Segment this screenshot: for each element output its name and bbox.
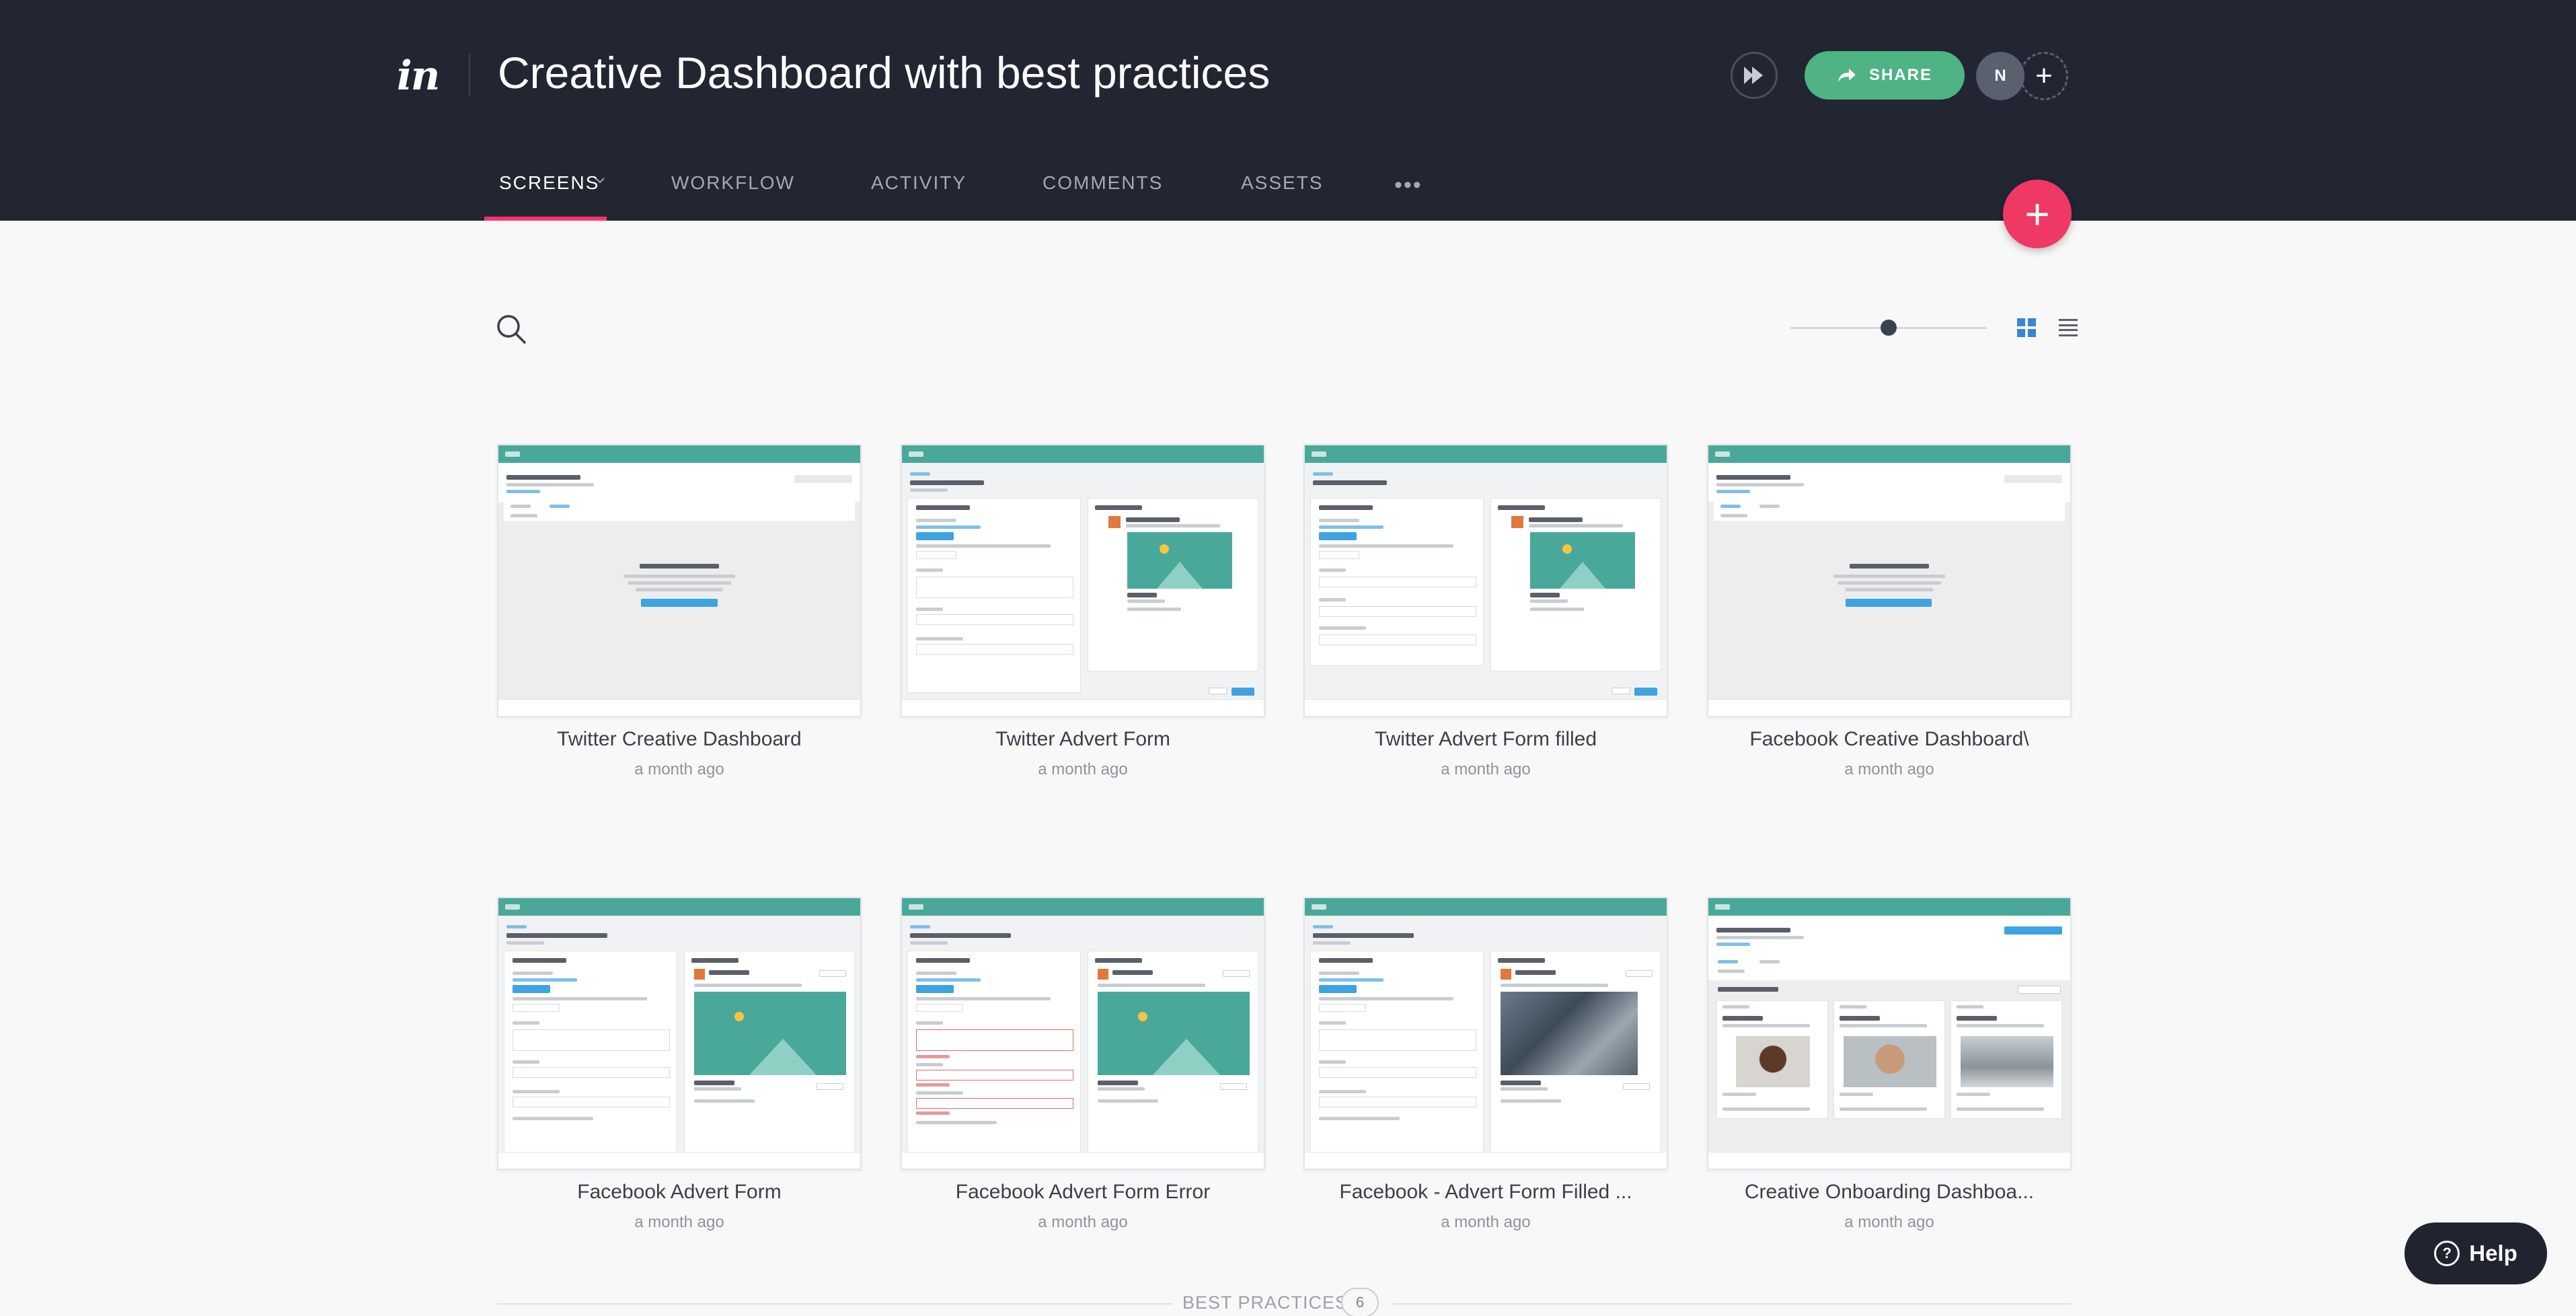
screen-card[interactable]: Facebook Creative Dashboard\ a month ago (1707, 444, 2072, 778)
screen-title[interactable]: Twitter Creative Dashboard (498, 728, 860, 751)
screen-card[interactable]: Twitter Creative Dashboard a month ago (497, 444, 862, 778)
screen-thumbnail[interactable] (1305, 898, 1667, 1153)
screen-thumbnail[interactable] (1708, 898, 2070, 1153)
screen-thumbnail[interactable] (1305, 445, 1667, 700)
screen-thumbnail[interactable] (498, 898, 860, 1153)
screen-card[interactable]: Facebook Advert Form Error a month ago (901, 897, 1265, 1231)
chevron-down-icon[interactable] (595, 176, 605, 184)
tab-workflow[interactable]: WORKFLOW (671, 172, 795, 194)
more-tabs-button[interactable]: ••• (1394, 172, 1423, 198)
project-title[interactable]: Creative Dashboard with best practices (498, 47, 1270, 98)
screen-timestamp: a month ago (634, 760, 724, 778)
screen-title[interactable]: Creative Onboarding Dashboa... (1708, 1181, 2070, 1204)
screen-timestamp: a month ago (1038, 1213, 1128, 1231)
play-icon (1744, 67, 1763, 84)
share-arrow-icon (1838, 69, 1856, 82)
grid-view-icon[interactable] (2017, 318, 2036, 337)
add-collaborator-button[interactable]: + (2020, 52, 2068, 100)
screen-card[interactable]: Creative Onboarding Dashboa... a month a… (1707, 897, 2072, 1231)
screen-card[interactable]: Twitter Advert Form a month ago (901, 444, 1265, 778)
share-button[interactable]: SHARE (1805, 51, 1965, 100)
invision-logo[interactable]: in (397, 52, 440, 100)
screen-card[interactable]: Facebook - Advert Form Filled ... a mont… (1303, 897, 1668, 1231)
list-view-icon[interactable] (2059, 319, 2078, 336)
question-icon: ? (2434, 1241, 2460, 1266)
screen-card[interactable]: Facebook Advert Form a month ago (497, 897, 862, 1231)
header-divider (469, 54, 470, 97)
tab-screens[interactable]: SCREENS (499, 172, 599, 194)
search-icon[interactable] (495, 313, 527, 345)
screen-timestamp: a month ago (1441, 760, 1531, 778)
preview-button[interactable] (1731, 52, 1778, 99)
section-divider-right (1392, 1303, 2072, 1305)
screen-title[interactable]: Twitter Advert Form filled (1305, 728, 1667, 751)
section-count-badge: 6 (1341, 1288, 1379, 1316)
section-divider-left (497, 1303, 1172, 1305)
screen-timestamp: a month ago (1844, 1213, 1934, 1231)
screen-title[interactable]: Facebook Advert Form (498, 1181, 860, 1204)
screen-card[interactable]: Twitter Advert Form filled a month ago (1303, 444, 1668, 778)
screen-timestamp: a month ago (1844, 760, 1934, 778)
section-title[interactable]: BEST PRACTICES (1182, 1292, 1348, 1313)
screen-timestamp: a month ago (634, 1213, 724, 1231)
help-button[interactable]: ? Help (2404, 1222, 2547, 1284)
avatar[interactable]: N (1976, 52, 2024, 100)
top-header: in Creative Dashboard with best practice… (0, 0, 2576, 221)
tab-comments[interactable]: COMMENTS (1043, 172, 1163, 194)
share-label: SHARE (1868, 66, 1932, 84)
screen-title[interactable]: Facebook Creative Dashboard\ (1708, 728, 2070, 751)
screen-timestamp: a month ago (1441, 1213, 1531, 1231)
tab-activity[interactable]: ACTIVITY (871, 172, 967, 194)
screen-title[interactable]: Twitter Advert Form (902, 728, 1264, 751)
screen-thumbnail[interactable] (498, 445, 860, 700)
help-label: Help (2469, 1241, 2517, 1266)
tab-assets[interactable]: ASSETS (1241, 172, 1323, 194)
zoom-slider-handle[interactable] (1881, 320, 1897, 336)
screen-thumbnail[interactable] (902, 445, 1264, 700)
screen-title[interactable]: Facebook - Advert Form Filled ... (1305, 1181, 1667, 1204)
add-screen-button[interactable]: + (2003, 180, 2072, 248)
screen-thumbnail[interactable] (902, 898, 1264, 1153)
screen-title[interactable]: Facebook Advert Form Error (902, 1181, 1264, 1204)
screen-timestamp: a month ago (1038, 760, 1128, 778)
screen-thumbnail[interactable] (1708, 445, 2070, 700)
active-tab-indicator (484, 217, 607, 221)
